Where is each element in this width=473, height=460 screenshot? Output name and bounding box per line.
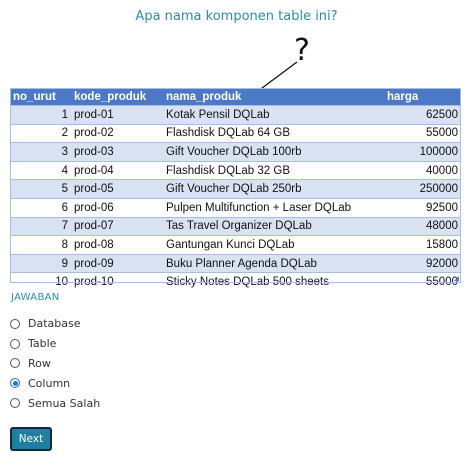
cell-kode-produk: prod-10	[71, 272, 163, 291]
answer-option-label: Database	[28, 317, 81, 331]
cell-kode-produk: prod-04	[71, 160, 163, 180]
cell-no-urut: 9	[10, 253, 71, 273]
radio-checked-icon[interactable]	[10, 378, 20, 389]
question-text: Apa nama komponen table ini?	[135, 9, 338, 24]
cell-nama-produk: Kotak Pensil DQLab	[163, 105, 384, 125]
cell-nama-produk: Flashdisk DQLab 32 GB	[163, 160, 384, 180]
product-table: no_urut kode_produk nama_produk harga 1p…	[10, 88, 461, 291]
table-row: 3 prod-03 Gift Voucher DQLab 100rb 100000	[10, 142, 461, 162]
cell-harga: 92500	[384, 197, 461, 218]
cell-nama-produk: Gift Voucher DQLab 100rb	[163, 142, 384, 162]
cell-no-urut: 5	[10, 179, 71, 199]
table-row: 1 prod-01 Kotak Pensil DQLab 62500	[10, 105, 461, 125]
cell-kode-produk: prod-06	[71, 197, 163, 218]
answer-option-label: Row	[28, 356, 51, 370]
table-row: 2 prod-02 Flashdisk DQLab 64 GB 55000	[10, 123, 461, 143]
answer-option-label: Column	[28, 376, 71, 390]
answer-option-label: Semua Salah	[28, 396, 101, 410]
cell-kode-produk: prod-03	[71, 142, 163, 162]
answer-option[interactable]: Row	[10, 354, 100, 374]
cell-kode-produk: prod-05	[71, 179, 163, 199]
answer-section-label: JAWABAN	[11, 292, 60, 303]
cell-no-urut: 10	[10, 272, 71, 291]
table-header-row: no_urut kode_produk nama_produk harga	[10, 88, 461, 106]
cell-kode-produk: prod-02	[71, 123, 163, 143]
radio-unchecked-icon[interactable]	[10, 338, 20, 349]
question-mark-annotation: ?	[294, 33, 310, 68]
cell-kode-produk: prod-01	[71, 105, 163, 125]
table-figure: ? no_urut kode_produk nama_produk harga …	[10, 33, 461, 291]
radio-unchecked-icon[interactable]	[10, 318, 20, 329]
radio-unchecked-icon[interactable]	[10, 398, 20, 409]
cell-harga: 55000	[384, 272, 461, 291]
cell-no-urut: 2	[10, 123, 71, 143]
cell-no-urut: 1	[10, 105, 71, 125]
answer-option[interactable]: Database	[10, 314, 100, 334]
table-row: 4 prod-04 Flashdisk DQLab 32 GB 40000	[10, 160, 461, 180]
answer-options: Database Table Row Column Semua Salah	[10, 314, 100, 413]
cell-no-urut: 6	[10, 197, 71, 218]
cell-nama-produk: Sticky Notes DQLab 500 sheets	[163, 272, 384, 291]
table-row: 5 prod-05 Gift Voucher DQLab 250rb 250000	[10, 179, 461, 199]
cell-kode-produk: prod-09	[71, 253, 163, 273]
cell-nama-produk: Gantungan Kunci DQLab	[163, 235, 384, 255]
cell-no-urut: 3	[10, 142, 71, 162]
answer-option[interactable]: Column	[10, 373, 100, 393]
column-header-harga: harga	[384, 88, 461, 106]
table-row: 7 prod-07 Tas Travel Organizer DQLab 48000	[10, 216, 461, 236]
table-row: 9 prod-09 Buku Planner Agenda DQLab 92000	[10, 253, 461, 273]
cell-harga: 48000	[384, 216, 461, 236]
cell-harga: 40000	[384, 160, 461, 180]
cell-no-urut: 8	[10, 235, 71, 255]
cell-no-urut: 7	[10, 216, 71, 236]
table-row: 6 prod-06 Pulpen Multifunction + Laser DQL…	[10, 197, 461, 218]
cell-harga: 15800	[384, 235, 461, 255]
cell-nama-produk: Pulpen Multifunction + Laser DQLab	[163, 197, 384, 218]
cell-no-urut: 4	[10, 160, 71, 180]
cell-kode-produk: prod-08	[71, 235, 163, 255]
cell-harga: 250000	[384, 179, 461, 199]
cell-nama-produk: Gift Voucher DQLab 250rb	[163, 179, 384, 199]
cell-harga: 92000	[384, 253, 461, 273]
table-row: 10 prod-10 Sticky Notes DQLab 500 sheets 55…	[10, 272, 461, 291]
cell-nama-produk: Flashdisk DQLab 64 GB	[163, 123, 384, 143]
column-header-kode-produk: kode_produk	[71, 88, 163, 106]
cell-nama-produk: Tas Travel Organizer DQLab	[163, 216, 384, 236]
next-button[interactable]: Next	[10, 427, 52, 451]
cell-harga: 62500	[384, 105, 461, 125]
cell-harga: 55000	[384, 123, 461, 143]
answer-option[interactable]: Table	[10, 334, 100, 354]
table-body: 1 prod-01 Kotak Pensil DQLab 62500 2 prod-02 F…	[10, 105, 461, 291]
answer-option[interactable]: Semua Salah	[10, 393, 100, 413]
cell-kode-produk: prod-07	[71, 216, 163, 236]
radio-unchecked-icon[interactable]	[10, 358, 20, 369]
column-header-no-urut: no_urut	[10, 88, 71, 106]
cell-harga: 100000	[384, 142, 461, 162]
cell-nama-produk: Buku Planner Agenda DQLab	[163, 253, 384, 273]
answer-option-label: Table	[28, 337, 57, 351]
table-row: 8 prod-08 Gantungan Kunci DQLab 15800	[10, 235, 461, 255]
column-header-nama-produk: nama_produk	[163, 88, 384, 106]
